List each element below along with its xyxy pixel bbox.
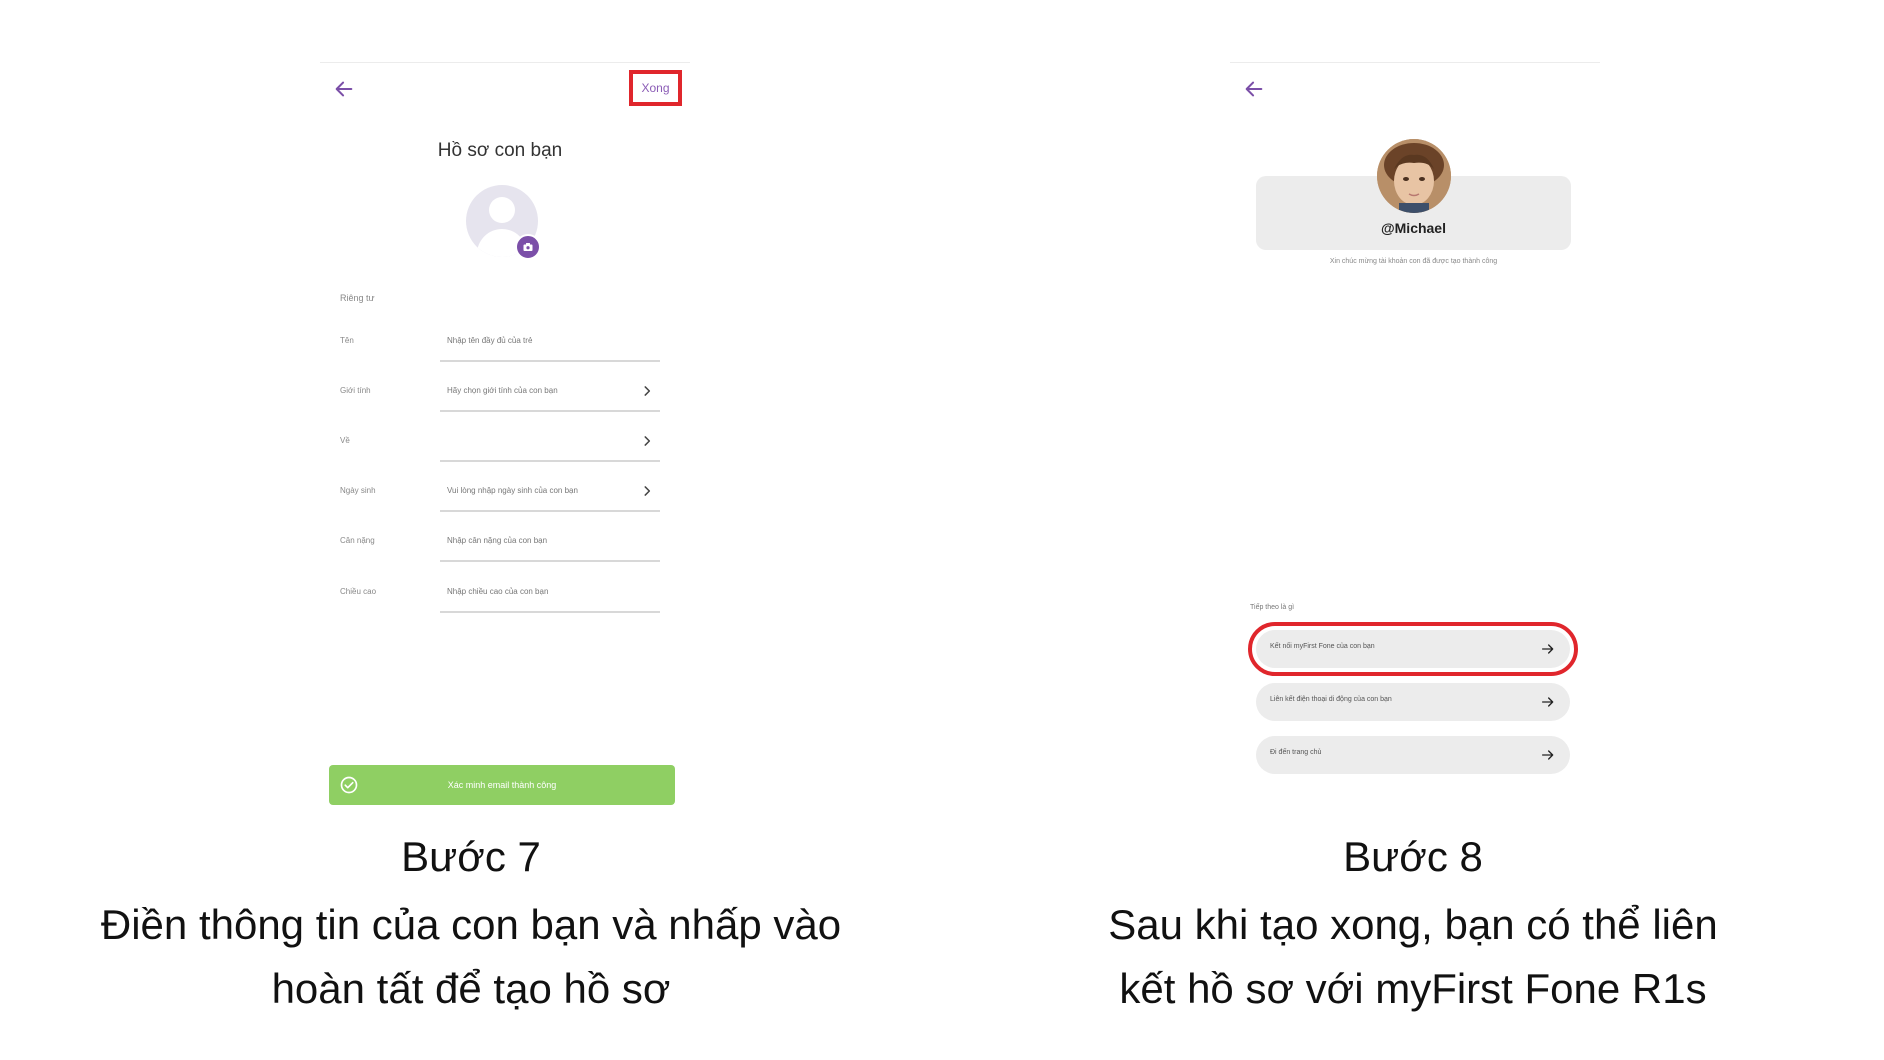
arrow-right-icon bbox=[1542, 644, 1554, 654]
about-select[interactable] bbox=[440, 428, 660, 462]
success-toast: Xác minh email thành công bbox=[329, 765, 675, 805]
success-message: Xác minh email thành công bbox=[447, 780, 557, 790]
section-label-private: Riêng tư bbox=[340, 293, 375, 303]
action-label: Kết nối myFirst Fone của con bạn bbox=[1270, 643, 1375, 650]
caption-line: kết hồ sơ với myFirst Fone R1s bbox=[1119, 965, 1707, 1012]
link-mobile-phone-button[interactable]: Liên kết điện thoại di động của con bạn bbox=[1256, 683, 1570, 721]
step7-panel: Xong Hồ sơ con bạn Riêng tư Tên Nhập tên… bbox=[0, 0, 942, 1060]
success-note: Xin chúc mừng tài khoản con đã được tạo … bbox=[1329, 258, 1498, 265]
page-title: Hồ sơ con bạn bbox=[437, 140, 563, 161]
action-label: Liên kết điện thoại di động của con bạn bbox=[1270, 696, 1392, 703]
gender-field-row: Giới tính Hãy chọn giới tính của con bạn bbox=[340, 376, 660, 426]
field-placeholder: Nhập tên đầy đủ của trẻ bbox=[447, 336, 533, 345]
height-field-row: Chiều cao Nhập chiều cao của con bạn bbox=[340, 577, 660, 627]
field-placeholder: Nhập chiều cao của con bạn bbox=[447, 587, 549, 596]
field-label: Cân nặng bbox=[340, 536, 375, 545]
field-label: Tên bbox=[340, 336, 354, 345]
avatar bbox=[1377, 139, 1451, 213]
caption-step-title: Bước 8 bbox=[1343, 833, 1483, 880]
caption-description: Điền thông tin của con bạn và nhấp vào h… bbox=[0, 893, 942, 1021]
field-label: Giới tính bbox=[340, 386, 371, 395]
go-home-button[interactable]: Đi đến trang chủ bbox=[1256, 736, 1570, 774]
chevron-right-icon bbox=[644, 436, 651, 446]
screen-top-divider bbox=[320, 62, 690, 63]
caption-line: hoàn tất để tạo hồ sơ bbox=[271, 965, 671, 1012]
caption-line: Điền thông tin của con bạn và nhấp vào bbox=[100, 901, 842, 948]
birthday-field-row: Ngày sinh Vui lòng nhập ngày sinh của co… bbox=[340, 476, 660, 526]
birthday-select[interactable]: Vui lòng nhập ngày sinh của con bạn bbox=[440, 478, 660, 512]
about-field-row: Về bbox=[340, 426, 660, 476]
caption-description: Sau khi tạo xong, bạn có thể liên kết hồ… bbox=[942, 893, 1884, 1021]
caption-step-title: Bước 7 bbox=[401, 833, 541, 880]
weight-input[interactable]: Nhập cân nặng của con bạn bbox=[440, 528, 660, 562]
chevron-right-icon bbox=[644, 386, 651, 396]
back-arrow-icon[interactable] bbox=[1243, 78, 1265, 100]
caption-line: Sau khi tạo xong, bạn có thể liên bbox=[1108, 901, 1718, 948]
action-label: Đi đến trang chủ bbox=[1270, 749, 1322, 756]
section-label-next: Tiếp theo là gì bbox=[1250, 604, 1295, 611]
arrow-right-icon bbox=[1542, 750, 1554, 760]
back-arrow-icon[interactable] bbox=[333, 78, 355, 100]
name-input[interactable]: Nhập tên đầy đủ của trẻ bbox=[440, 328, 660, 362]
name-field-row: Tên Nhập tên đầy đủ của trẻ bbox=[340, 326, 660, 376]
camera-icon[interactable] bbox=[515, 234, 541, 260]
weight-field-row: Cân nặng Nhập cân nặng của con bạn bbox=[340, 526, 660, 576]
field-placeholder: Vui lòng nhập ngày sinh của con bạn bbox=[447, 486, 578, 495]
username: @Michael bbox=[1380, 220, 1446, 236]
field-placeholder: Hãy chọn giới tính của con bạn bbox=[447, 386, 558, 395]
height-input[interactable]: Nhập chiều cao của con bạn bbox=[440, 579, 660, 613]
profile-card bbox=[1256, 176, 1571, 250]
done-button[interactable]: Xong bbox=[629, 70, 682, 106]
check-circle-icon bbox=[340, 776, 358, 794]
field-label: Ngày sinh bbox=[340, 486, 376, 495]
chevron-right-icon bbox=[644, 486, 651, 496]
field-label: Về bbox=[340, 436, 350, 445]
arrow-right-icon bbox=[1542, 697, 1554, 707]
field-label: Chiều cao bbox=[340, 587, 377, 596]
connect-myfirst-fone-button[interactable]: Kết nối myFirst Fone của con bạn bbox=[1248, 622, 1578, 676]
field-placeholder: Nhập cân nặng của con bạn bbox=[447, 536, 548, 545]
gender-select[interactable]: Hãy chọn giới tính của con bạn bbox=[440, 378, 660, 412]
screen-top-divider bbox=[1230, 62, 1600, 63]
